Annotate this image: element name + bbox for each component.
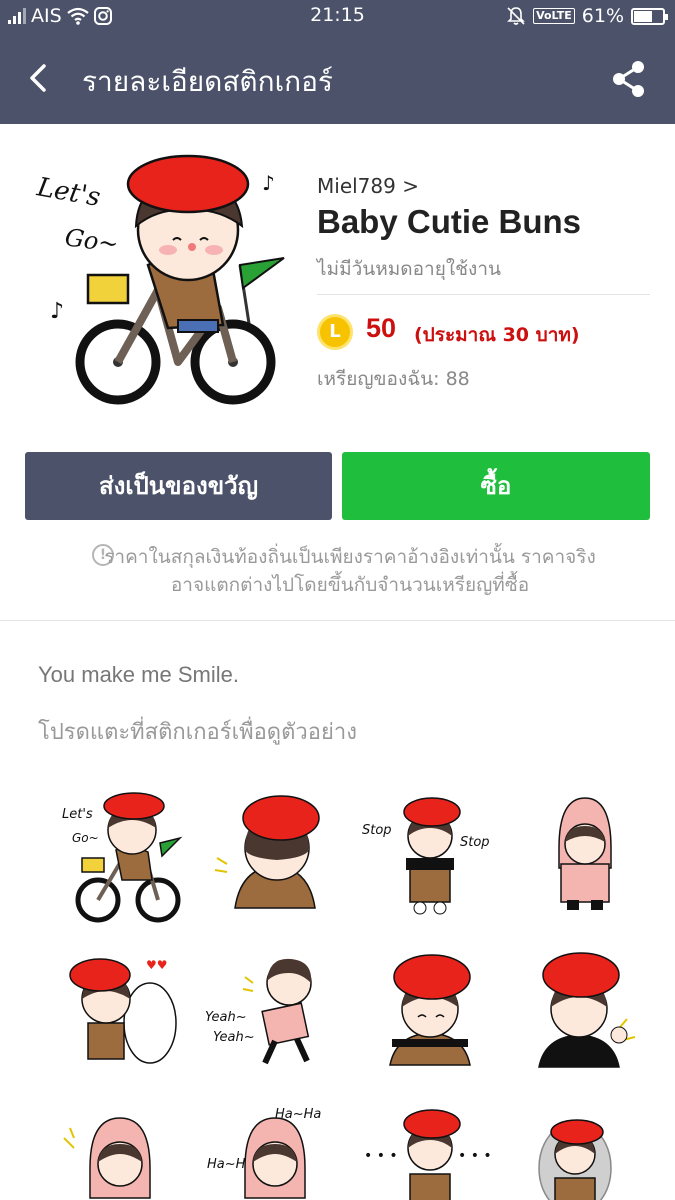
main-sticker-image: Let's Go~ ♪ ♪ — [34, 154, 285, 405]
volte-badge: VoLTE — [533, 8, 575, 24]
svg-text:Stop: Stop — [362, 823, 392, 838]
section-divider — [0, 620, 675, 621]
svg-text:♪: ♪ — [50, 299, 64, 324]
sticker-item[interactable]: ♥♥ — [50, 943, 190, 1083]
line-coin-icon: L — [317, 314, 353, 350]
svg-text:♪: ♪ — [262, 171, 275, 195]
chevron-left-icon[interactable] — [20, 58, 56, 98]
svg-text:Yeah~: Yeah~ — [213, 1030, 255, 1045]
divider — [317, 294, 650, 295]
svg-text:Go~: Go~ — [72, 831, 99, 845]
sticker-item[interactable] — [515, 1098, 655, 1200]
price-approx: (ประมาณ 30 บาท) — [414, 324, 580, 346]
sticker-item[interactable] — [50, 1098, 190, 1200]
sticker-item[interactable]: Ha~Ha Ha~Ha — [205, 1098, 345, 1200]
sticker-item[interactable] — [515, 943, 655, 1083]
status-bar: AIS 21:15 VoLTE 61% — [0, 0, 675, 34]
sticker-item[interactable] — [360, 943, 500, 1083]
svg-text:Let's: Let's — [34, 172, 103, 213]
sticker-item[interactable]: Let's Go~ — [50, 788, 190, 928]
svg-text:• • •: • • • — [364, 1148, 398, 1164]
price-notice: ราคาในสกุลเงินท้องถิ่นเป็นเพียงราคาอ้างอ… — [104, 546, 596, 596]
validity-text: ไม่มีวันหมดอายุใช้งาน — [317, 258, 501, 280]
svg-text:Let's: Let's — [62, 807, 93, 822]
author-link[interactable]: Miel789 > — [317, 174, 419, 198]
battery-icon — [631, 7, 668, 25]
sticker-description: You make me Smile. — [38, 662, 239, 687]
sticker-pack-title: Baby Cutie Buns — [317, 203, 582, 240]
sticker-item[interactable]: Yeah~ Yeah~ — [205, 943, 345, 1083]
svg-text:Yeah~: Yeah~ — [205, 1010, 247, 1025]
svg-text:Stop: Stop — [460, 835, 490, 850]
sticker-item[interactable] — [515, 788, 655, 928]
buy-button[interactable]: ซื้อ — [342, 452, 650, 520]
nav-bar: รายละเอียดสติกเกอร์ — [0, 34, 675, 124]
svg-text:Go~: Go~ — [63, 223, 120, 258]
preview-hint: โปรดแตะที่สติกเกอร์เพื่อดูตัวอย่าง — [38, 720, 357, 745]
send-as-gift-button[interactable]: ส่งเป็นของขวัญ — [25, 452, 332, 520]
mute-bell-icon — [507, 7, 526, 25]
sticker-item[interactable]: Stop Stop — [360, 788, 500, 928]
battery-percent: 61% — [581, 5, 624, 27]
sticker-item[interactable] — [205, 788, 345, 928]
svg-text:♥♥: ♥♥ — [146, 958, 168, 972]
page-title: รายละเอียดสติกเกอร์ — [82, 65, 333, 98]
share-icon[interactable] — [609, 58, 649, 100]
svg-text:• • •: • • • — [458, 1148, 492, 1164]
sticker-item[interactable]: • • • • • • — [360, 1098, 500, 1200]
my-coins-balance: เหรียญของฉัน: 88 — [317, 368, 470, 390]
price-value: 50 — [366, 313, 397, 343]
